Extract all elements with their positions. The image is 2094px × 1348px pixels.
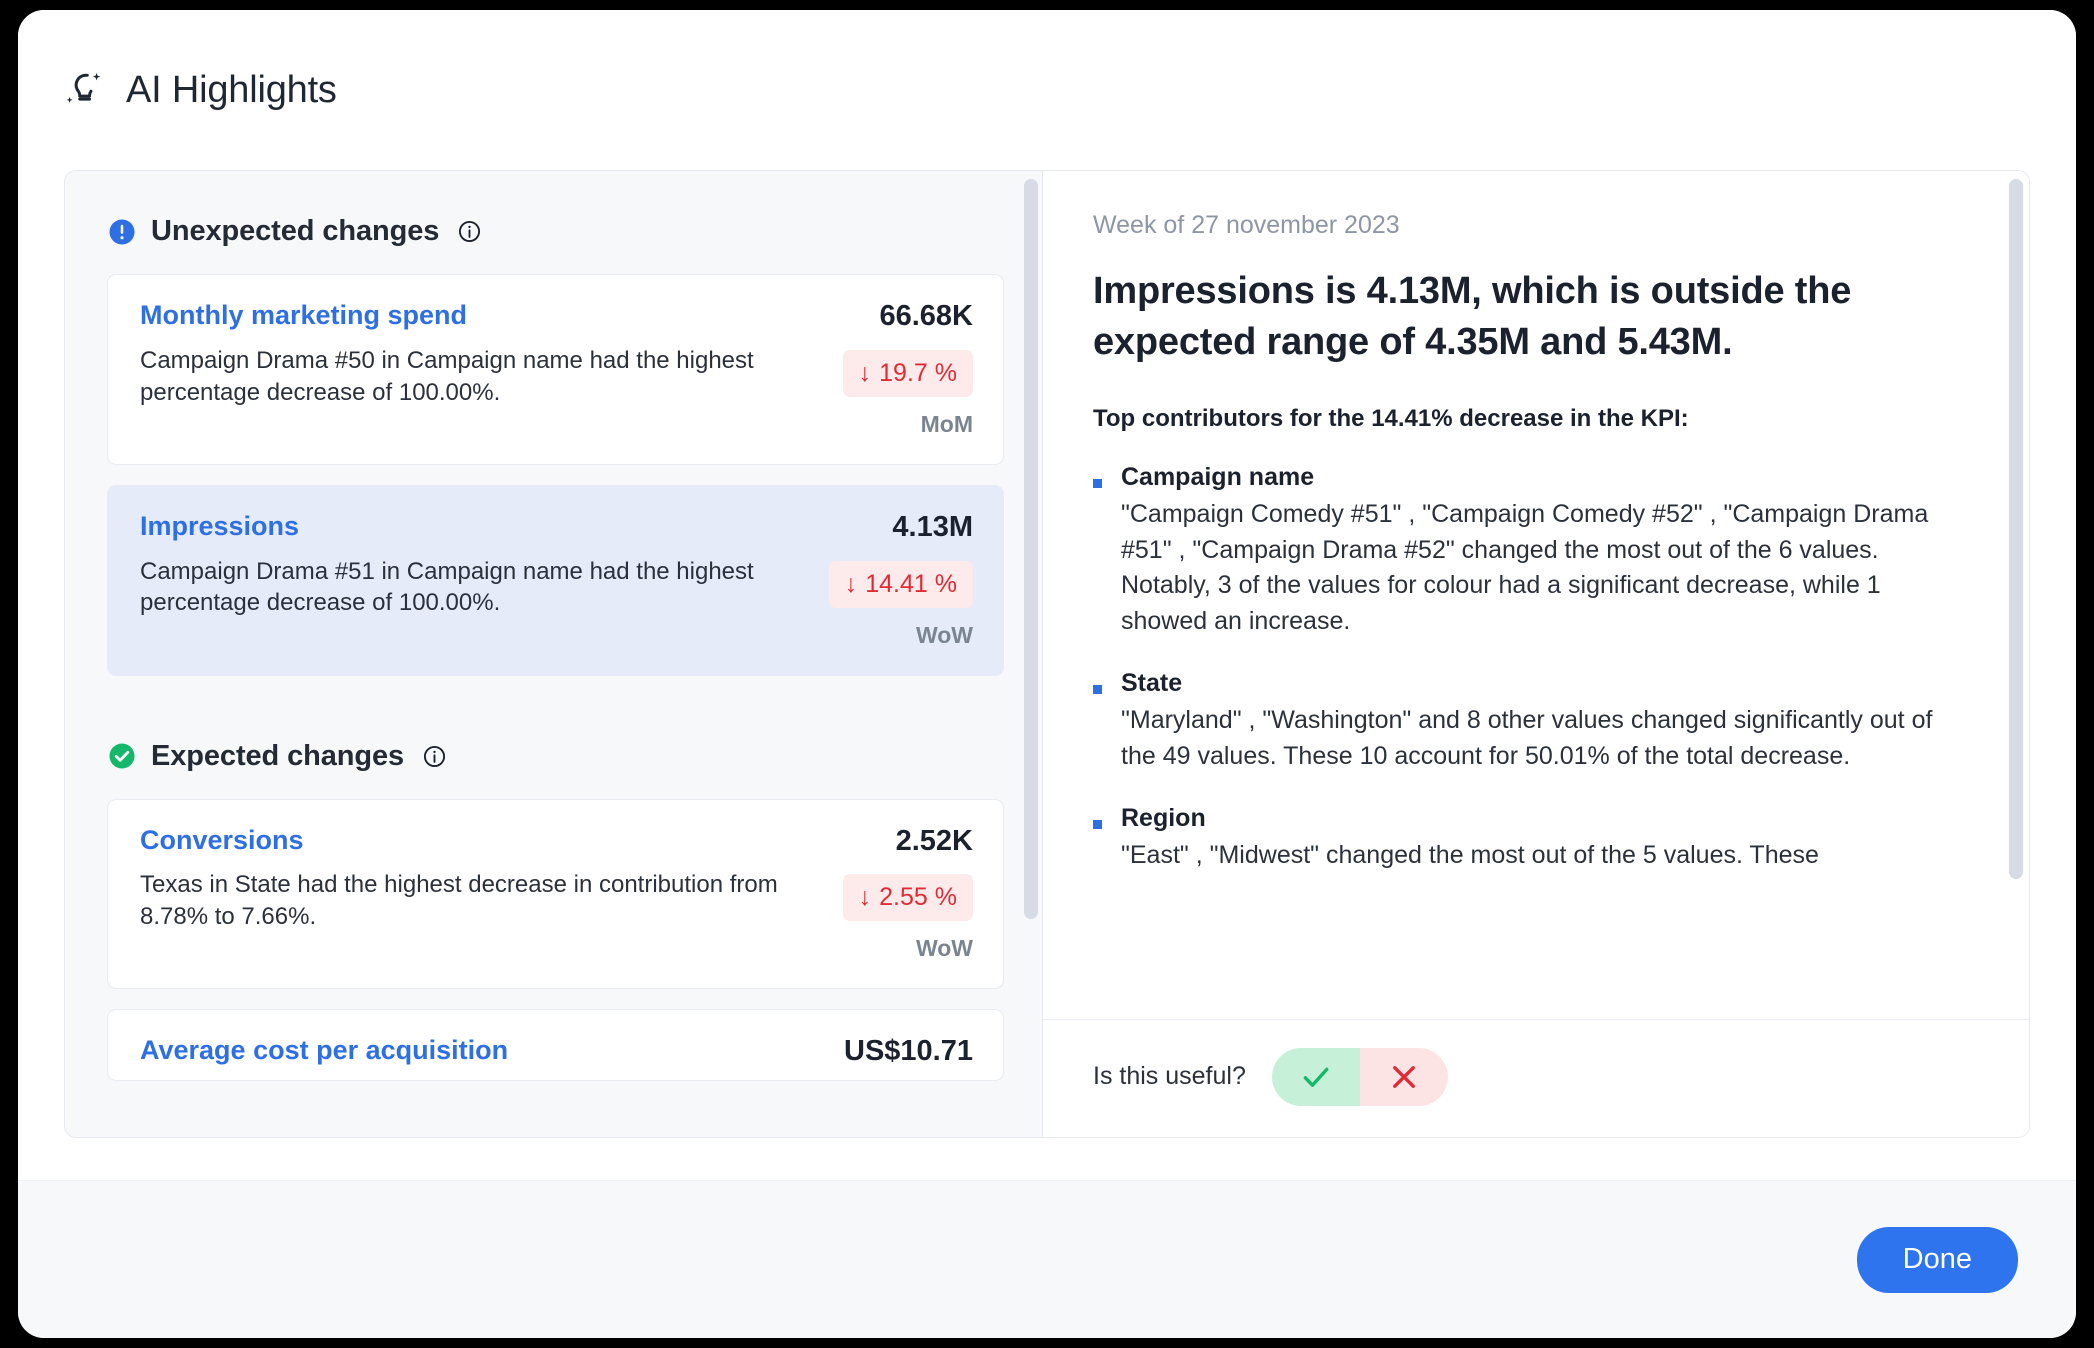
- kpi-period: WoW: [915, 621, 973, 648]
- arrow-down-icon: ↓: [858, 883, 872, 912]
- kpi-card-text: Conversions Texas in State had the highe…: [140, 824, 813, 934]
- arrow-down-icon: ↓: [844, 569, 858, 598]
- kpi-value: 4.13M: [892, 510, 973, 543]
- delta-value: 2.55 %: [879, 883, 957, 912]
- kpi-name-link[interactable]: Monthly marketing spend: [140, 299, 787, 333]
- section-header-unexpected: Unexpected changes: [107, 215, 1004, 248]
- kpi-name-link[interactable]: Average cost per acquisition: [140, 1034, 787, 1068]
- contributor-title: Campaign name: [1121, 463, 1315, 492]
- contributor-title: Region: [1121, 804, 1206, 833]
- week-label: Week of 27 november 2023: [1093, 211, 1400, 239]
- status-badge: ↓ 19.7 %: [842, 349, 973, 397]
- contributor-body: State "Maryland" , "Washington" and 8 ot…: [1121, 669, 1973, 774]
- kpi-period: WoW: [915, 935, 973, 962]
- highlights-split-panel: Unexpected changes Monthly marketing spe…: [64, 170, 2030, 1138]
- list-item: Region "East" , "Midwest" changed the mo…: [1093, 804, 1973, 874]
- delta-value: 19.7 %: [879, 358, 957, 387]
- list-item: Campaign name "Campaign Comedy #51" , "C…: [1093, 463, 1973, 639]
- kpi-card-metrics: US$10.71: [813, 1034, 973, 1069]
- check-circle-icon: [107, 741, 137, 771]
- alert-circle-icon: [107, 217, 137, 247]
- section-header-expected: Expected changes: [107, 740, 1004, 773]
- status-badge: ↓ 2.55 %: [842, 874, 973, 922]
- kpi-period: MoM: [920, 410, 973, 437]
- modal-header: AI Highlights: [18, 10, 2076, 170]
- kpi-card-text: Impressions Campaign Drama #51 in Campai…: [140, 510, 813, 620]
- arrow-down-icon: ↓: [858, 358, 872, 387]
- kpi-value: 66.68K: [879, 300, 973, 332]
- kpi-card[interactable]: Conversions Texas in State had the highe…: [107, 798, 1004, 990]
- kpi-card-text: Average cost per acquisition: [140, 1034, 813, 1080]
- page-title: AI Highlights: [126, 68, 337, 111]
- contributor-title: State: [1121, 669, 1183, 698]
- kpi-list-scrollbar[interactable]: [1024, 179, 1038, 919]
- contributor-body: Campaign name "Campaign Comedy #51" , "C…: [1121, 463, 1973, 639]
- kpi-name-link[interactable]: Conversions: [140, 824, 787, 858]
- insight-headline: Impressions is 4.13M, which is outside t…: [1093, 270, 1852, 363]
- info-icon[interactable]: [422, 744, 447, 769]
- check-circle-glyph: [109, 743, 135, 769]
- section-title: Unexpected changes: [151, 215, 440, 247]
- done-button[interactable]: Done: [1856, 1226, 2018, 1293]
- contributor-text: "East" , "Midwest" changed the most out …: [1121, 841, 1819, 870]
- modal-body: Unexpected changes Monthly marketing spe…: [18, 170, 2076, 1180]
- contributors-lead: Top contributors for the 14.41% decrease…: [1093, 405, 1689, 433]
- feedback-question: Is this useful?: [1093, 1062, 1246, 1090]
- close-icon: [1392, 1065, 1415, 1088]
- kpi-description: Campaign Drama #50 in Campaign name had …: [140, 346, 754, 406]
- info-icon[interactable]: [457, 219, 482, 244]
- sparkle-bulb-icon: [66, 72, 101, 103]
- kpi-value: US$10.71: [844, 1035, 973, 1068]
- alert-circle-glyph: [109, 219, 135, 244]
- kpi-card-text: Monthly marketing spend Campaign Drama #…: [140, 299, 813, 409]
- kpi-list-pane: Unexpected changes Monthly marketing spe…: [65, 171, 1043, 1137]
- insight-detail-scrollbar[interactable]: [2009, 179, 2023, 879]
- kpi-card[interactable]: Impressions Campaign Drama #51 in Campai…: [107, 484, 1004, 676]
- feedback-no-button[interactable]: [1359, 1047, 1448, 1106]
- feedback-bar: Is this useful?: [1043, 1019, 2029, 1137]
- contributor-body: Region "East" , "Midwest" changed the mo…: [1121, 804, 1973, 874]
- kpi-card[interactable]: Monthly marketing spend Campaign Drama #…: [107, 274, 1004, 465]
- bullet-icon: [1093, 685, 1102, 695]
- kpi-card-metrics: 4.13M ↓ 14.41 % WoW: [813, 510, 973, 649]
- delta-value: 14.41 %: [865, 569, 957, 598]
- ai-highlights-modal: AI Highlights Unexpected changes Monthly…: [18, 10, 2076, 1338]
- bullet-icon: [1093, 820, 1102, 830]
- check-icon: [1303, 1067, 1329, 1087]
- section-title: Expected changes: [151, 739, 405, 772]
- kpi-card-metrics: 2.52K ↓ 2.55 % WoW: [813, 824, 973, 963]
- status-badge: ↓ 14.41 %: [828, 560, 973, 608]
- kpi-list-scroll: Unexpected changes Monthly marketing spe…: [65, 171, 1042, 1137]
- contributor-text: "Campaign Comedy #51" , "Campaign Comedy…: [1121, 500, 1929, 635]
- kpi-description: Campaign Drama #51 in Campaign name had …: [140, 557, 754, 617]
- kpi-value: 2.52K: [895, 824, 973, 857]
- insight-detail-scroll: Week of 27 november 2023 Impressions is …: [1043, 171, 2029, 1019]
- contributor-text: "Maryland" , "Washington" and 8 other va…: [1121, 706, 1933, 770]
- kpi-card[interactable]: Average cost per acquisition US$10.71: [107, 1009, 1004, 1082]
- list-item: State "Maryland" , "Washington" and 8 ot…: [1093, 669, 1973, 774]
- kpi-card-metrics: 66.68K ↓ 19.7 % MoM: [813, 299, 973, 438]
- kpi-name-link[interactable]: Impressions: [140, 510, 787, 544]
- modal-footer: Done: [18, 1180, 2076, 1338]
- kpi-description: Texas in State had the highest decrease …: [140, 871, 778, 931]
- bullet-icon: [1093, 479, 1102, 489]
- feedback-buttons: [1271, 1047, 1448, 1106]
- insight-detail-pane: Week of 27 november 2023 Impressions is …: [1043, 171, 2029, 1137]
- feedback-yes-button[interactable]: [1271, 1047, 1360, 1106]
